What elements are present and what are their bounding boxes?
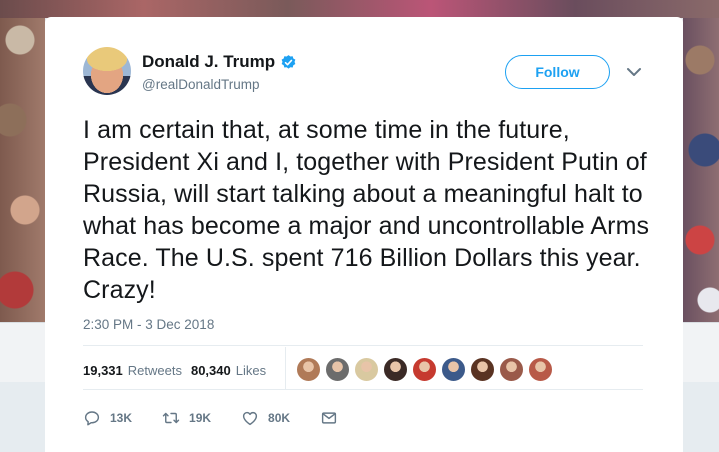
tweet-timestamp[interactable]: 2:30 PM - 3 Dec 2018 [83, 317, 214, 332]
verified-badge-icon [281, 54, 296, 69]
liker-avatar[interactable] [528, 357, 553, 382]
retweet-icon [162, 412, 180, 424]
author-name[interactable]: Donald J. Trump [142, 52, 275, 72]
liker-avatar[interactable] [325, 357, 350, 382]
retweets-label[interactable]: Retweets [128, 363, 182, 378]
stats-separator [285, 347, 286, 389]
liker-avatar[interactable] [441, 357, 466, 382]
envelope-icon [321, 412, 337, 424]
reply-button[interactable]: 13K [83, 409, 132, 427]
reply-icon [84, 411, 100, 426]
liker-avatar[interactable] [412, 357, 437, 382]
likes-label[interactable]: Likes [236, 363, 266, 378]
liker-avatar[interactable] [354, 357, 379, 382]
retweet-button[interactable]: 19K [162, 409, 211, 427]
author-handle[interactable]: @realDonaldTrump [142, 77, 260, 92]
follow-button[interactable]: Follow [505, 55, 610, 89]
liker-avatar[interactable] [499, 357, 524, 382]
background-banner [0, 0, 719, 18]
author-name-row[interactable]: Donald J. Trump [142, 51, 297, 73]
reply-count: 13K [110, 411, 133, 425]
like-button[interactable]: 80K [241, 409, 290, 427]
liker-avatar[interactable] [470, 357, 495, 382]
avatar[interactable] [83, 47, 131, 95]
heart-icon [242, 411, 258, 426]
tweet-actions: 13K 19K 80K [83, 407, 377, 429]
chevron-down-icon[interactable] [626, 66, 642, 78]
engagement-stats: 19,331 Retweets 80,340 Likes [83, 361, 266, 379]
retweet-count: 19K [189, 411, 212, 425]
divider [83, 345, 643, 346]
tweet-card: Donald J. Trump @realDonaldTrump Follow … [45, 17, 683, 452]
like-count: 80K [268, 411, 291, 425]
liker-avatar[interactable] [296, 357, 321, 382]
liker-avatars [296, 357, 557, 383]
retweets-count[interactable]: 19,331 [83, 363, 123, 378]
liker-avatar[interactable] [383, 357, 408, 382]
divider [83, 389, 643, 390]
direct-message-button[interactable] [320, 409, 347, 427]
likes-count[interactable]: 80,340 [191, 363, 231, 378]
tweet-text: I am certain that, at some time in the f… [83, 116, 650, 304]
